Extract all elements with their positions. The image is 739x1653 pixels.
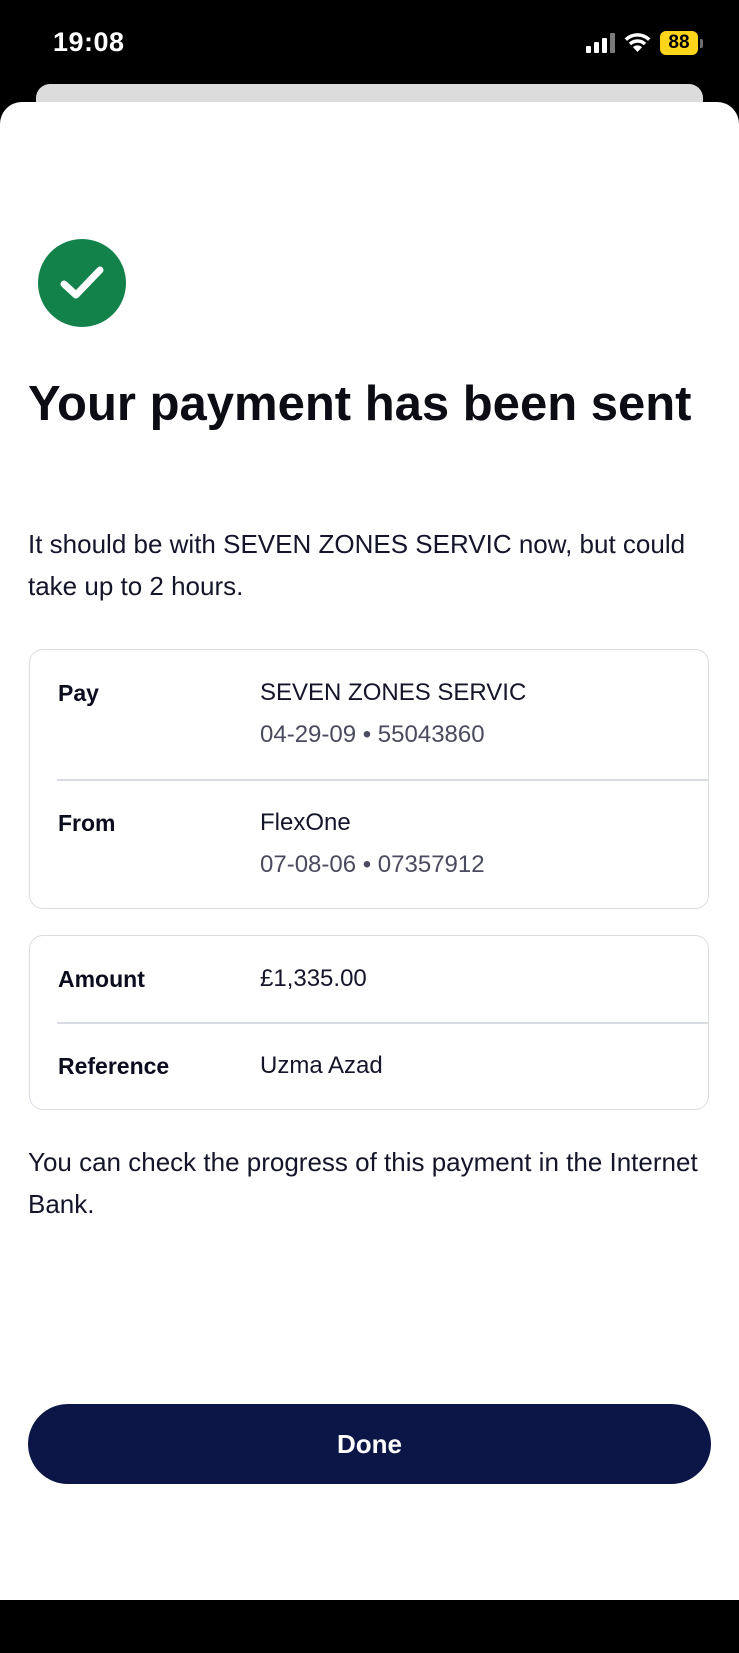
progress-note: You can check the progress of this payme… — [28, 1147, 698, 1219]
cellular-signal-icon — [586, 33, 615, 53]
home-indicator[interactable] — [238, 1644, 500, 1653]
amount-label: Amount — [58, 966, 145, 992]
from-label: From — [58, 810, 116, 836]
confirmation-message: It should be with SEVEN ZONES SERVIC now… — [28, 529, 686, 601]
page-title: Your payment has been sent — [28, 377, 692, 431]
divider — [57, 779, 708, 781]
reference-label: Reference — [58, 1053, 170, 1079]
reference-value: Uzma Azad — [260, 1052, 383, 1079]
status-bar: 19:08 88 — [0, 0, 739, 95]
battery-level: 88 — [660, 31, 698, 55]
divider — [57, 1022, 708, 1024]
checkmark-circle-icon — [38, 239, 126, 327]
wifi-icon — [624, 33, 651, 53]
amount-value: £1,335.00 — [260, 965, 367, 992]
payment-confirmation-sheet: Your payment has been sent It should be … — [0, 102, 739, 1653]
pay-label: Pay — [58, 680, 99, 706]
amount-details-card: Amount £1,335.00 Reference Uzma Azad — [29, 935, 709, 1110]
done-button[interactable]: Done — [28, 1404, 711, 1484]
battery-icon: 88 — [660, 31, 703, 55]
payment-details-card: Pay SEVEN ZONES SERVIC 04-29-09 • 550438… — [29, 649, 709, 909]
status-time: 19:08 — [53, 27, 125, 57]
from-account-number: 07-08-06 • 07357912 — [260, 851, 485, 878]
status-icons: 88 — [586, 31, 703, 55]
from-account-name: FlexOne — [260, 809, 351, 836]
payee-name: SEVEN ZONES SERVIC — [260, 679, 527, 706]
payee-account: 04-29-09 • 55043860 — [260, 721, 485, 748]
